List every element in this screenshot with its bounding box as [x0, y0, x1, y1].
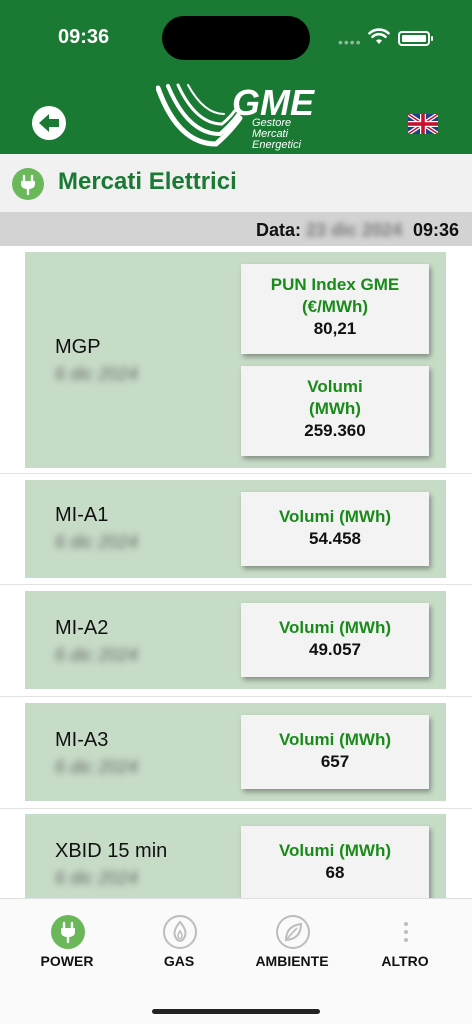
home-indicator[interactable]	[152, 1009, 320, 1014]
bottom-tab-bar: POWER GAS AMBIENTE ALTRO	[0, 898, 472, 1024]
market-date: 6 dic 2024	[55, 364, 139, 384]
status-time: 09:36	[58, 26, 110, 48]
volumes-box[interactable]: Volumi (MWh) 49.057	[241, 603, 429, 677]
tab-gas[interactable]: GAS	[120, 899, 238, 979]
tab-altro[interactable]: ALTRO	[346, 899, 464, 979]
market-date: 6 dic 2024	[55, 868, 139, 888]
value-box-title: Volumi (MWh)	[278, 730, 392, 749]
value-box-value: 259.360	[304, 421, 366, 440]
market-date: 6 dic 2024	[55, 757, 139, 777]
pun-index-box[interactable]: PUN Index GME (€/MWh) 80,21	[241, 264, 429, 354]
date-time: 09:36	[413, 220, 460, 240]
battery-icon	[398, 31, 433, 46]
value-box-title: Volumi (MWh)	[278, 618, 392, 637]
page-title: Mercati Elettrici	[58, 168, 237, 195]
value-box-value: 80,21	[313, 319, 357, 338]
back-arrow-icon	[39, 114, 59, 132]
flame-icon	[163, 915, 197, 949]
value-box-value: 49.057	[309, 640, 361, 659]
volumes-box[interactable]: Volumi (MWh) 657	[241, 715, 429, 789]
date-label: Data:	[256, 220, 302, 240]
row-separator	[0, 696, 472, 697]
tab-label: ALTRO	[381, 953, 429, 969]
row-separator	[0, 473, 472, 474]
app-header: 09:36 •••• GME Gestore Mercati Energetic…	[0, 0, 472, 154]
logo-subtitle: Gestore Mercati Energetici	[252, 117, 301, 151]
market-name: MGP	[55, 336, 101, 358]
leaf-icon	[276, 915, 310, 949]
market-card-mi-a2[interactable]: MI-A2 6 dic 2024 Volumi (MWh) 49.057	[25, 591, 446, 689]
market-card-mi-a1[interactable]: MI-A1 6 dic 2024 Volumi (MWh) 54.458	[25, 480, 446, 578]
market-card-mgp[interactable]: MGP 6 dic 2024 PUN Index GME (€/MWh) 80,…	[25, 252, 446, 468]
tab-ambiente[interactable]: AMBIENTE	[233, 899, 351, 979]
market-name: MI-A3	[55, 729, 109, 751]
gme-logo: GME Gestore Mercati Energetici	[156, 82, 316, 152]
market-name: MI-A2	[55, 617, 109, 639]
market-name: XBID 15 min	[55, 840, 168, 862]
back-button[interactable]	[32, 106, 66, 140]
tab-power[interactable]: POWER	[8, 899, 126, 979]
value-box-title: PUN Index GME (€/MWh)	[270, 275, 400, 316]
wifi-icon	[368, 28, 390, 44]
volumes-box[interactable]: Volumi (MWh) 68	[241, 826, 429, 898]
market-card-xbid-15-min[interactable]: XBID 15 min 6 dic 2024 Volumi (MWh) 68	[25, 814, 446, 898]
value-box-value: 54.458	[309, 529, 361, 548]
row-separator	[0, 808, 472, 809]
market-card-mi-a3[interactable]: MI-A3 6 dic 2024 Volumi (MWh) 657	[25, 703, 446, 801]
value-box-value: 657	[320, 752, 350, 771]
value-box-title: Volumi (MWh)	[278, 507, 392, 526]
value-box-value: 68	[325, 863, 345, 882]
cellular-signal-icon: ••••	[338, 34, 362, 50]
value-box-title: Volumi (MWh)	[278, 841, 392, 860]
market-date: 6 dic 2024	[55, 645, 139, 665]
volumes-box[interactable]: Volumi (MWh) 259.360	[241, 366, 429, 456]
market-name: MI-A1	[55, 504, 109, 526]
tab-label: POWER	[40, 953, 94, 969]
more-dots-icon	[389, 915, 423, 949]
tab-label: AMBIENTE	[255, 953, 329, 969]
power-plug-icon	[51, 915, 85, 949]
dynamic-island	[162, 16, 310, 60]
date-value: 23 dic 2024	[306, 220, 403, 240]
markets-list[interactable]: MGP 6 dic 2024 PUN Index GME (€/MWh) 80,…	[0, 246, 472, 898]
tab-label: GAS	[163, 953, 195, 969]
row-separator	[0, 584, 472, 585]
value-box-title: Volumi (MWh)	[307, 377, 363, 418]
plug-icon	[12, 168, 44, 200]
market-date: 6 dic 2024	[55, 532, 139, 552]
volumes-box[interactable]: Volumi (MWh) 54.458	[241, 492, 429, 566]
uk-flag-icon[interactable]	[408, 114, 438, 134]
